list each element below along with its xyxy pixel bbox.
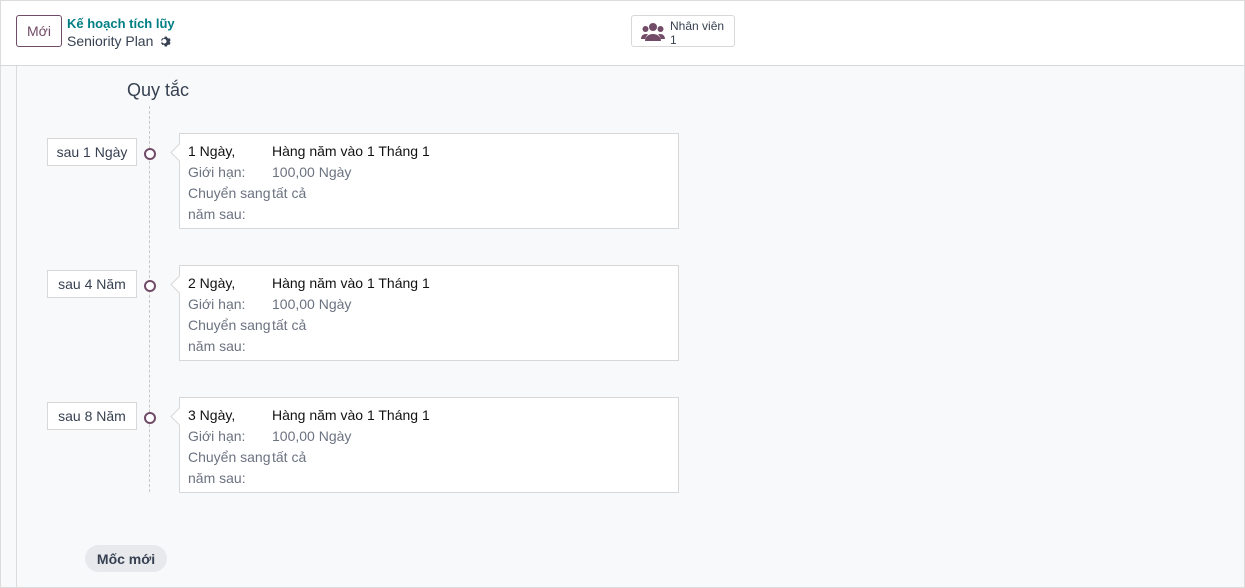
next-year-label: năm sau: [188,338,246,354]
timeline-node [144,148,156,160]
carryover-value: tất cả [272,449,307,465]
sheet-border [16,66,17,587]
rule-frequency: Hàng năm vào 1 Tháng 1 [272,407,430,423]
cap-value: 100,00 Ngày [272,164,352,180]
new-button[interactable]: Mới [16,15,62,47]
rule-card[interactable]: 3 Ngày, Hàng năm vào 1 Tháng 1 Giới hạn: 1… [170,397,679,493]
carryover-label: Chuyển sang [188,185,271,201]
card-pointer [170,407,189,426]
rule-amount: 1 Ngày, [188,143,236,159]
rule-card[interactable]: 1 Ngày, Hàng năm vào 1 Tháng 1 Giới hạn: 1… [170,133,679,229]
cap-label: Giới hạn: [188,164,246,180]
rule-frequency: Hàng năm vào 1 Tháng 1 [272,275,430,291]
next-year-label: năm sau: [188,470,246,486]
users-icon [641,23,665,41]
carryover-value: tất cả [272,185,307,201]
carryover-label: Chuyển sang [188,317,271,333]
carryover-value: tất cả [272,317,307,333]
cap-value: 100,00 Ngày [272,428,352,444]
milestone-label[interactable]: sau 1 Ngày [47,138,137,166]
cap-value: 100,00 Ngày [272,296,352,312]
timeline-node [144,280,156,292]
employees-smart-button[interactable]: Nhân viên 1 [631,15,735,47]
gear-icon[interactable] [159,35,172,48]
control-panel: Mới Kế hoạch tích lũy Seniority Plan Nhâ… [1,1,1244,66]
card-pointer [170,143,189,162]
timeline-line [149,106,150,492]
rule-card[interactable]: 2 Ngày, Hàng năm vào 1 Tháng 1 Giới hạn: 1… [170,265,679,361]
rule-frequency: Hàng năm vào 1 Tháng 1 [272,143,430,159]
new-milestone-button[interactable]: Mốc mới [85,545,167,572]
employees-count: 1 [670,33,677,47]
milestone-label[interactable]: sau 4 Năm [47,270,137,298]
record-title: Seniority Plan [67,33,172,49]
form-content: Quy tắc sau 1 Ngày 1 Ngày, Hàng năm vào 1… [1,66,1244,587]
rule-amount: 3 Ngày, [188,407,236,423]
breadcrumb-accrual-plans[interactable]: Kế hoạch tích lũy [67,16,175,31]
timeline-node [144,412,156,424]
rule-amount: 2 Ngày, [188,275,236,291]
carryover-label: Chuyển sang [188,449,271,465]
cap-label: Giới hạn: [188,296,246,312]
section-title: Quy tắc [127,80,190,100]
next-year-label: năm sau: [188,206,246,222]
card-pointer [170,275,189,294]
cap-label: Giới hạn: [188,428,246,444]
employees-label: Nhân viên [670,19,725,33]
milestone-label[interactable]: sau 8 Năm [47,402,137,430]
record-title-text: Seniority Plan [67,33,154,49]
